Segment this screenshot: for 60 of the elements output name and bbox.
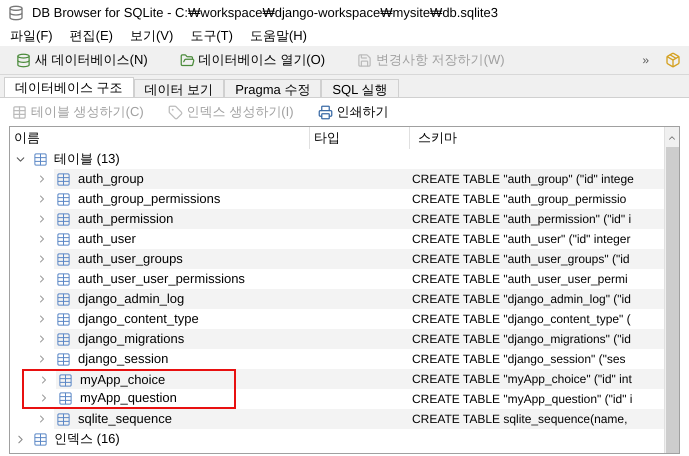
tree-group-label[interactable]: 인덱스 (16) bbox=[54, 429, 120, 449]
table-icon bbox=[56, 172, 71, 186]
action-button[interactable]: 인쇄하기 bbox=[314, 102, 393, 122]
save-icon bbox=[357, 52, 372, 68]
schema-cell-text: CREATE TABLE "auth_user_user_permi bbox=[411, 271, 628, 288]
table-icon bbox=[56, 232, 71, 246]
schema-cell-text: CREATE TABLE "django_content_type" ( bbox=[411, 311, 631, 328]
column-header[interactable]: 이름 bbox=[10, 127, 310, 149]
scrollbar-thumb[interactable] bbox=[666, 147, 678, 453]
schema-cell-text: CREATE TABLE "django_migrations" ("id bbox=[411, 331, 631, 348]
schema-cell-text: CREATE TABLE "auth_user_groups" ("id bbox=[411, 251, 630, 268]
table-icon bbox=[56, 212, 71, 226]
table-icon bbox=[58, 390, 73, 406]
overflow-button[interactable]: » bbox=[642, 51, 649, 69]
toolbar-button[interactable]: 데이터베이스 열기(O) bbox=[172, 47, 334, 73]
tab[interactable]: SQL 실행 bbox=[321, 79, 399, 97]
table-icon bbox=[56, 412, 71, 426]
column-header[interactable]: 스키마 bbox=[410, 128, 457, 148]
schema-cell-text: CREATE TABLE "auth_group" ("id" intege bbox=[411, 171, 634, 188]
tag-icon bbox=[168, 104, 183, 120]
menu-item[interactable]: 편집(E) bbox=[64, 26, 119, 46]
table-icon bbox=[33, 152, 48, 166]
table-name[interactable]: auth_user_user_permissions bbox=[78, 269, 245, 289]
table-icon bbox=[56, 252, 71, 266]
tab[interactable]: 데이터베이스 구조 bbox=[4, 77, 134, 97]
schema-cell-text: CREATE TABLE "myApp_choice" ("id" int bbox=[411, 371, 632, 388]
table-icon bbox=[56, 272, 71, 286]
tab[interactable]: 데이터 보기 bbox=[134, 79, 224, 97]
schema-cell-text: CREATE TABLE "django_session" ("ses bbox=[411, 351, 626, 368]
column-header[interactable]: 타입 bbox=[310, 127, 410, 149]
menu-item[interactable]: 파일(F) bbox=[4, 26, 59, 46]
table-icon bbox=[56, 332, 71, 346]
toolbar-button[interactable]: 새 데이터베이스(N) bbox=[8, 47, 156, 73]
menu-item[interactable]: 도움말(H) bbox=[244, 26, 313, 46]
tree-group-label[interactable]: 테이블 (13) bbox=[54, 149, 120, 169]
menu-item[interactable]: 도구(T) bbox=[184, 26, 239, 46]
window-title: DB Browser for SQLite - C:₩workspace₩django-workspace₩mysite₩db.sqlite3 bbox=[32, 4, 498, 22]
menu-item[interactable]: 보기(V) bbox=[124, 26, 180, 46]
schema-cell-text: CREATE TABLE sqlite_sequence(name, bbox=[411, 411, 628, 428]
box-icon bbox=[665, 52, 681, 68]
schema-cell-text: CREATE TABLE "auth_permission" ("id" i bbox=[411, 211, 632, 228]
table-icon bbox=[58, 372, 73, 388]
printer-icon bbox=[318, 104, 333, 120]
table-icon bbox=[33, 432, 48, 446]
table-name[interactable]: auth_group_permissions bbox=[78, 189, 220, 209]
table-icon bbox=[56, 352, 71, 366]
table-name[interactable]: auth_user bbox=[78, 229, 136, 249]
table-name[interactable]: myApp_question bbox=[80, 388, 177, 408]
table-icon bbox=[56, 312, 71, 326]
schema-cell-text: CREATE TABLE "myApp_question" ("id" i bbox=[411, 391, 632, 408]
schema-cell-text: CREATE TABLE "auth_user" ("id" integer bbox=[411, 231, 630, 248]
table-name[interactable]: django_content_type bbox=[78, 309, 199, 329]
scrollbar[interactable] bbox=[664, 127, 679, 453]
schema-cell-text: CREATE TABLE "auth_group_permissio bbox=[411, 191, 626, 208]
table-name[interactable]: django_session bbox=[78, 349, 168, 369]
schema-cell-text: CREATE TABLE "django_admin_log" ("id bbox=[411, 291, 631, 308]
table-icon bbox=[12, 104, 27, 120]
tab[interactable]: Pragma 수정 bbox=[224, 79, 322, 97]
table-icon bbox=[56, 192, 71, 206]
table-icon bbox=[56, 292, 71, 306]
